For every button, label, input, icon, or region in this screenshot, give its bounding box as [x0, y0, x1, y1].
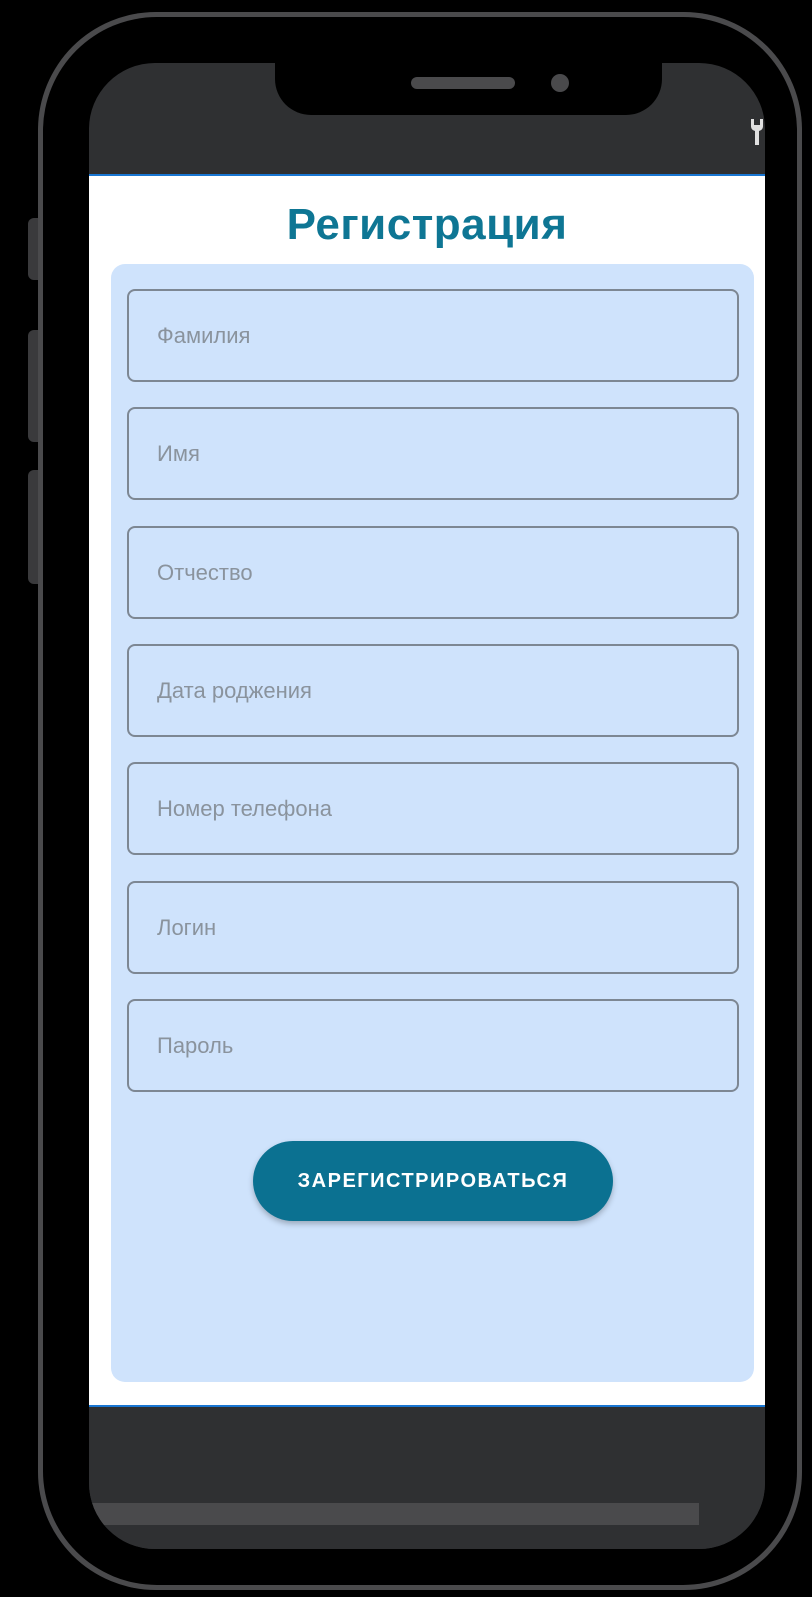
phone-number-field[interactable] — [127, 762, 739, 855]
birth-date-field[interactable] — [127, 644, 739, 737]
register-button[interactable]: ЗАРЕГИСТРИРОВАТЬСЯ — [253, 1141, 613, 1221]
notch — [275, 63, 662, 115]
phone-bezel: Регистрация Фамилия Имя Отчество Дата ро… — [43, 17, 797, 1585]
speaker-grille — [411, 77, 515, 89]
last-name-field[interactable] — [127, 289, 739, 382]
first-name-field[interactable] — [127, 407, 739, 500]
page-title: Регистрация — [286, 200, 568, 249]
stage: Регистрация Фамилия Имя Отчество Дата ро… — [0, 0, 812, 1597]
wrench-icon — [749, 119, 765, 150]
patronymic-input[interactable] — [129, 528, 737, 617]
front-camera — [551, 74, 569, 92]
registration-form: ЗАРЕГИСТРИРОВАТЬСЯ — [111, 264, 754, 1382]
password-input[interactable] — [129, 1001, 737, 1090]
last-name-input[interactable] — [129, 291, 737, 380]
home-indicator-bar[interactable] — [89, 1503, 699, 1525]
phone-frame: Регистрация Фамилия Имя Отчество Дата ро… — [38, 12, 802, 1590]
password-field[interactable] — [127, 999, 739, 1092]
system-navigation-bar — [89, 1407, 765, 1549]
patronymic-field[interactable] — [127, 526, 739, 619]
phone-number-input[interactable] — [129, 764, 737, 853]
login-field[interactable] — [127, 881, 739, 974]
app-content: Регистрация Фамилия Имя Отчество Дата ро… — [89, 174, 765, 1407]
first-name-input[interactable] — [129, 409, 737, 498]
phone-screen: Регистрация Фамилия Имя Отчество Дата ро… — [89, 63, 765, 1549]
login-input[interactable] — [129, 883, 737, 972]
birth-date-input[interactable] — [129, 646, 737, 735]
